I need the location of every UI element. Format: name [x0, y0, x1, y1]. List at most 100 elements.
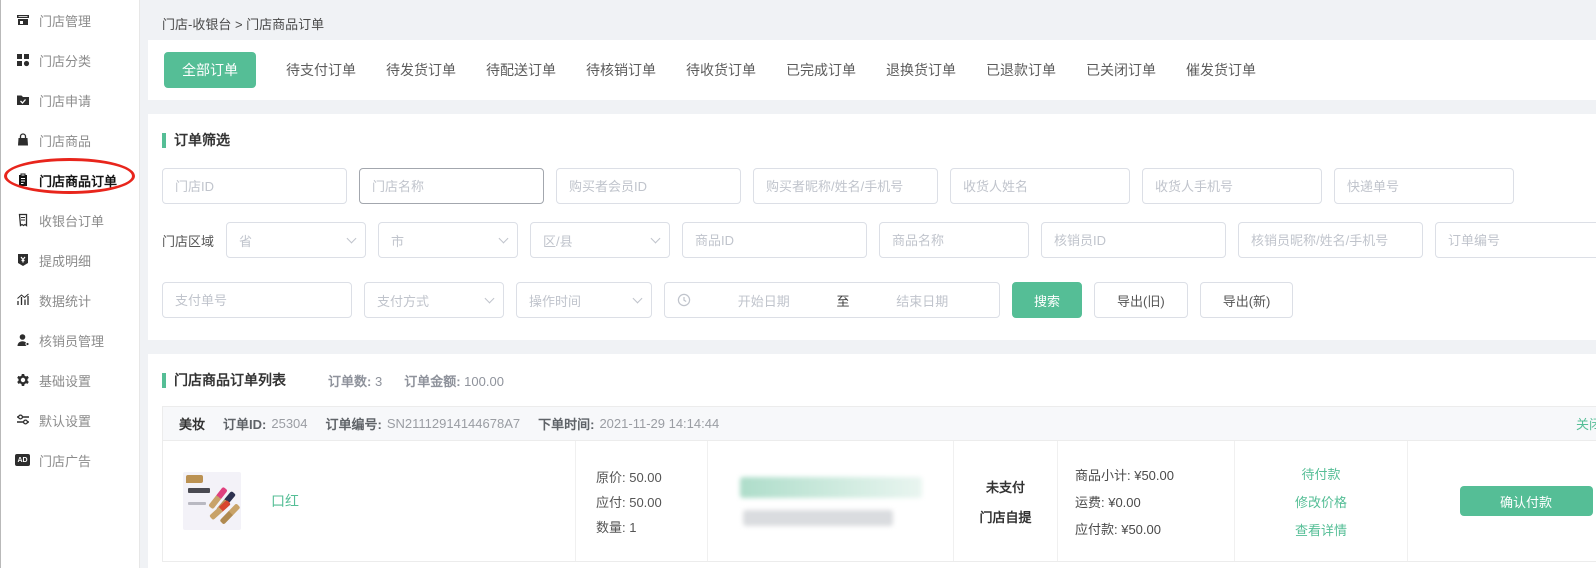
order-list-stats: 订单数: 3 订单金额: 100.00: [328, 371, 504, 390]
payment-number-input[interactable]: [162, 282, 352, 318]
export-new-button[interactable]: 导出(新): [1200, 282, 1294, 318]
blurred-customer-name: [740, 477, 922, 498]
end-date-placeholder[interactable]: 结束日期: [858, 291, 988, 310]
modify-price-link[interactable]: 修改价格: [1295, 492, 1347, 511]
tab-pending-verification[interactable]: 待核销订单: [586, 60, 656, 80]
operation-time-select[interactable]: 操作时间: [516, 282, 652, 318]
sidebar-item-label: 基础设置: [39, 371, 91, 390]
buyer-member-id-input[interactable]: [556, 168, 741, 204]
sidebar-item-label: 门店商品: [39, 131, 91, 150]
product-badge: [186, 475, 203, 483]
subtotal: 商品小计: ¥50.00: [1075, 465, 1234, 484]
product-name-link[interactable]: 口红: [271, 491, 299, 511]
sidebar-item-store-category[interactable]: 门店分类: [1, 40, 139, 80]
totals-cell: 商品小计: ¥50.00 运费: ¥0.00 应付款: ¥50.00: [1058, 441, 1235, 561]
sidebar-item-store-product-orders[interactable]: 门店商品订单: [1, 160, 139, 200]
tab-pending-payment[interactable]: 待支付订单: [286, 60, 356, 80]
search-button[interactable]: 搜索: [1012, 282, 1082, 318]
verifier-id-input[interactable]: [1041, 222, 1226, 258]
sidebar-item-basic-settings[interactable]: 基础设置: [1, 360, 139, 400]
sidebar-item-label: 收银台订单: [39, 211, 104, 230]
tab-return-exchange[interactable]: 退换货订单: [886, 60, 956, 80]
customer-cell: [708, 441, 954, 561]
list-section-title: 门店商品订单列表: [162, 370, 286, 390]
payable-price: 应付: 50.00: [596, 492, 707, 511]
order-card-header: 美妆 订单ID: 25304 订单编号: SN21112914144678A7 …: [163, 407, 1596, 441]
sidebar-item-store-ads[interactable]: AD 门店广告: [1, 440, 139, 480]
tab-urge-shipment[interactable]: 催发货订单: [1186, 60, 1256, 80]
tab-pending-delivery[interactable]: 待配送订单: [486, 60, 556, 80]
sidebar-item-store-manage[interactable]: 门店管理: [1, 0, 139, 40]
pending-payment-link[interactable]: 待付款: [1301, 464, 1340, 483]
sidebar-item-commission-detail[interactable]: 提成明细: [1, 240, 139, 280]
tab-all-orders[interactable]: 全部订单: [164, 52, 256, 88]
tab-completed[interactable]: 已完成订单: [786, 60, 856, 80]
confirm-payment-button[interactable]: 确认付款: [1460, 486, 1593, 516]
ad-icon: AD: [15, 453, 30, 468]
receiver-phone-input[interactable]: [1142, 168, 1322, 204]
goods-icon: [15, 133, 30, 148]
status-cell: 未支付 门店自提: [954, 441, 1058, 561]
order-card: 美妆 订单ID: 25304 订单编号: SN21112914144678A7 …: [162, 406, 1596, 562]
product-image: [183, 472, 241, 530]
order-sn-input[interactable]: [1435, 222, 1596, 258]
statistics-icon: [15, 293, 30, 308]
chevron-down-icon: [485, 294, 495, 304]
tab-pending-shipment[interactable]: 待发货订单: [386, 60, 456, 80]
green-bar-icon: [162, 373, 166, 388]
freight: 运费: ¥0.00: [1075, 492, 1234, 511]
order-count: 3: [375, 374, 382, 389]
sidebar-item-label: 门店商品订单: [39, 171, 117, 190]
product-cell: 口红: [163, 441, 576, 561]
verifier-nickname-input[interactable]: [1238, 222, 1423, 258]
sidebar-item-label: 提成明细: [39, 251, 91, 270]
province-select[interactable]: 省: [226, 222, 366, 258]
sidebar-item-default-settings[interactable]: 默认设置: [1, 400, 139, 440]
amount-payable: 应付款: ¥50.00: [1075, 519, 1234, 538]
filter-row-1: [162, 168, 1596, 204]
product-name-input[interactable]: [879, 222, 1029, 258]
payment-method-select[interactable]: 支付方式: [364, 282, 504, 318]
order-time: 2021-11-29 14:14:44: [599, 416, 719, 431]
date-range-picker[interactable]: 开始日期 至 结束日期: [664, 282, 1000, 318]
sidebar-item-label: 默认设置: [39, 411, 91, 430]
district-select[interactable]: 区/县: [530, 222, 670, 258]
category-icon: [15, 53, 30, 68]
product-id-input[interactable]: [682, 222, 867, 258]
sidebar-item-store-apply[interactable]: 门店申请: [1, 80, 139, 120]
chevron-down-icon: [347, 234, 357, 244]
order-sn: SN21112914144678A7: [387, 416, 520, 431]
tab-refunded[interactable]: 已退款订单: [986, 60, 1056, 80]
store-name-input[interactable]: [359, 168, 544, 204]
original-price: 原价: 50.00: [596, 467, 707, 486]
sidebar-item-label: 核销员管理: [39, 331, 104, 350]
sidebar-item-label: 门店申请: [39, 91, 91, 110]
breadcrumb: 门店-收银台 > 门店商品订单: [148, 0, 1596, 40]
sidebar-item-store-goods[interactable]: 门店商品: [1, 120, 139, 160]
filter-section-title: 订单筛选: [162, 130, 1596, 150]
filter-row-2: 门店区域 省 市 区/县: [162, 222, 1596, 258]
clock-icon: [677, 293, 691, 307]
tracking-number-input[interactable]: [1334, 168, 1514, 204]
sidebar-item-label: 门店管理: [39, 11, 91, 30]
apply-icon: [15, 93, 30, 108]
sidebar: 门店管理 门店分类 门店申请 门店商品 门店商品订单 收银台订单 提成明细 数据…: [0, 0, 140, 568]
city-select[interactable]: 市: [378, 222, 518, 258]
export-old-button[interactable]: 导出(旧): [1094, 282, 1188, 318]
tab-pending-receipt[interactable]: 待收货订单: [686, 60, 756, 80]
start-date-placeholder[interactable]: 开始日期: [699, 291, 829, 310]
commission-icon: [15, 253, 30, 268]
green-bar-icon: [162, 133, 166, 148]
sidebar-item-cashier-orders[interactable]: 收银台订单: [1, 200, 139, 240]
receiver-name-input[interactable]: [950, 168, 1130, 204]
delivery-method: 门店自提: [979, 507, 1031, 526]
actions-cell: 待付款 修改价格 查看详情: [1235, 441, 1408, 561]
tab-closed[interactable]: 已关闭订单: [1086, 60, 1156, 80]
view-detail-link[interactable]: 查看详情: [1295, 520, 1347, 539]
store-id-input[interactable]: [162, 168, 347, 204]
close-order-link[interactable]: 关闭订单: [1576, 414, 1596, 433]
buyer-nickname-input[interactable]: [753, 168, 938, 204]
sidebar-item-data-statistics[interactable]: 数据统计: [1, 280, 139, 320]
sidebar-item-verifier-manage[interactable]: 核销员管理: [1, 320, 139, 360]
sidebar-item-label: 门店分类: [39, 51, 91, 70]
